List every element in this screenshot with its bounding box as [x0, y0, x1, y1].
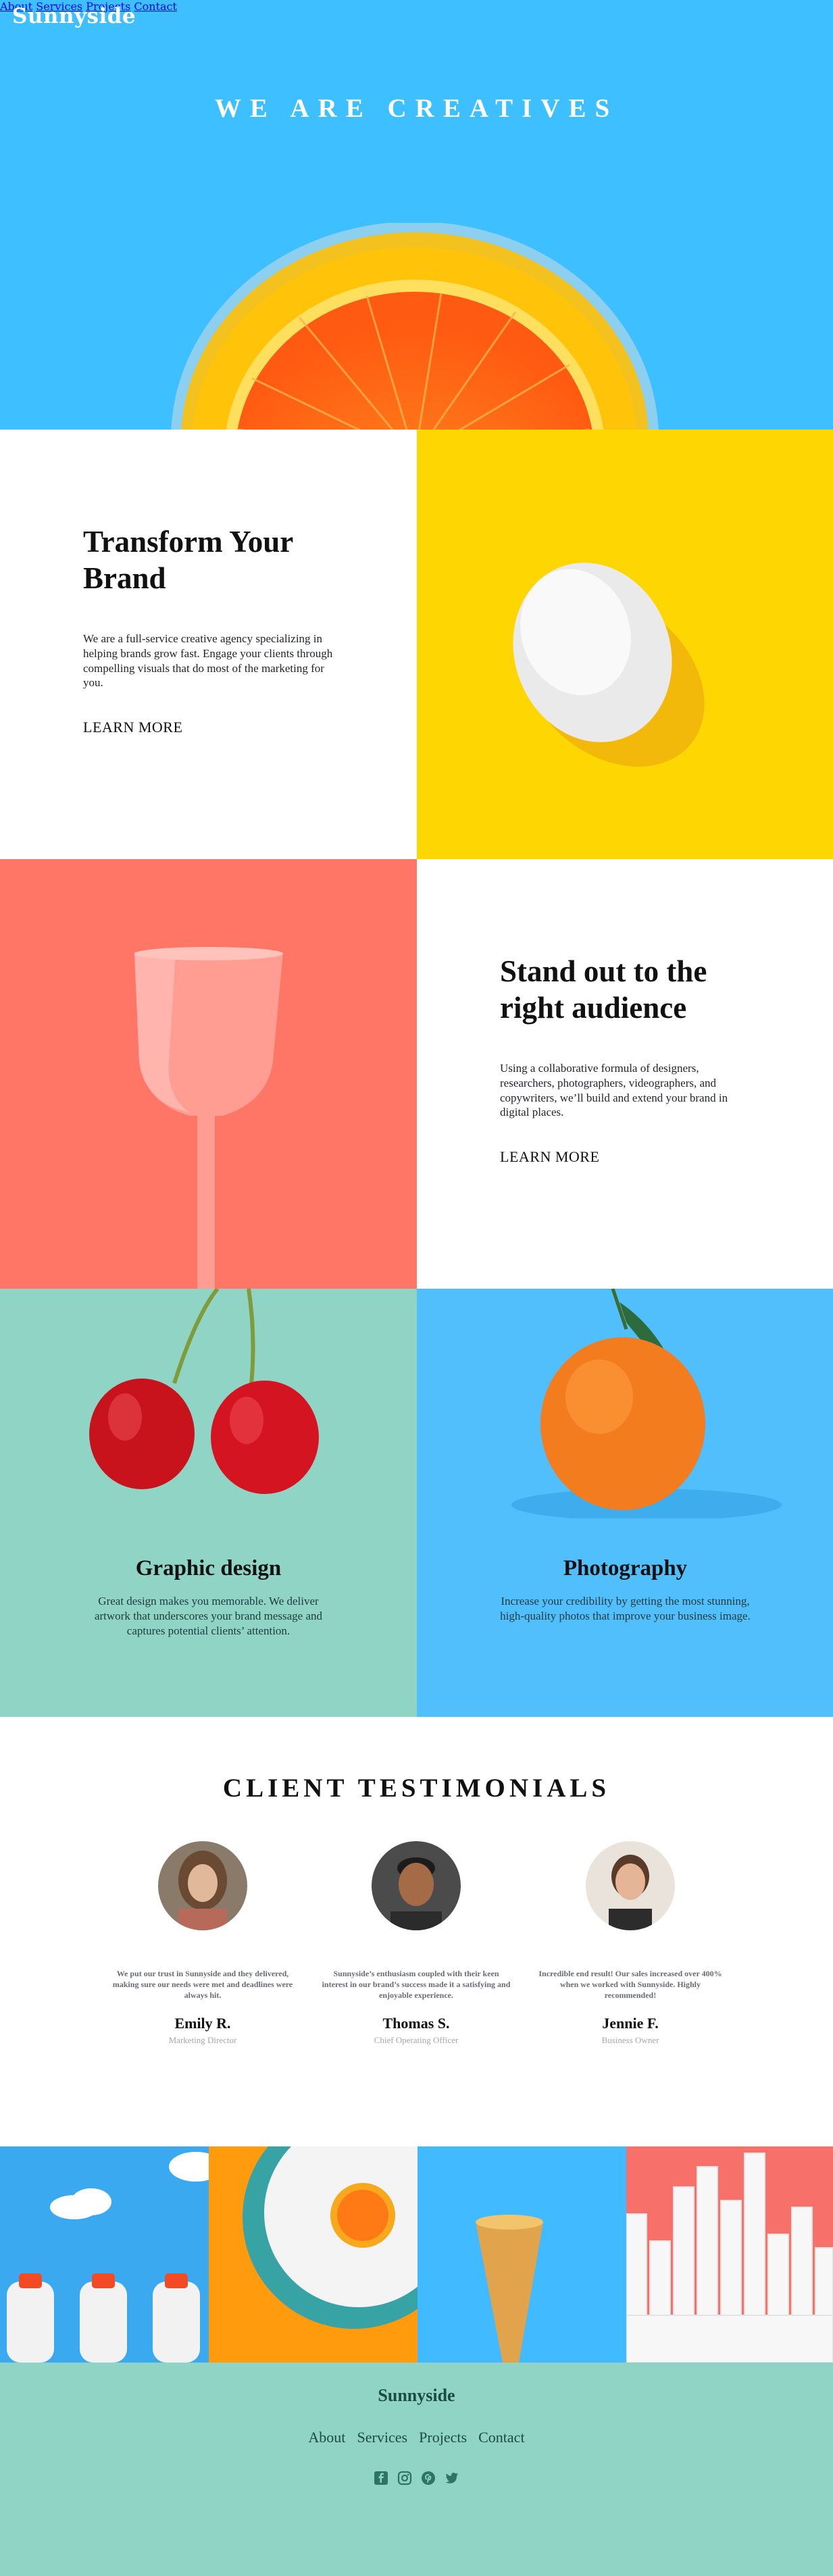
orange-slice-image [171, 223, 659, 430]
feature-title: Stand out to the right audience [500, 954, 707, 1025]
testimonial-name: Thomas S. [382, 2014, 450, 2032]
orange-illustration [511, 1289, 782, 1521]
testimonial-card: Incredible end result! Our sales increas… [529, 1841, 732, 2046]
milk-bottles-image [7, 2152, 209, 2363]
avatar [372, 1841, 461, 1930]
service-body: Increase your credibility by getting the… [500, 1595, 751, 1623]
transform-brand-section: Transform Your Brand We are a full-servi… [0, 430, 417, 859]
avatar [586, 1841, 675, 1930]
photography-card: Photography Increase your credibility by… [417, 1289, 833, 1718]
feature-body: We are a full-service creative agency sp… [83, 632, 333, 690]
footer-logo[interactable]: Sunnyside [0, 2386, 833, 2406]
glass-image [0, 859, 417, 1289]
glass-illustration [0, 859, 417, 1289]
stand-out-section: Stand out to the right audience Using a … [417, 859, 833, 1289]
facebook-icon[interactable] [374, 2471, 388, 2485]
footer-nav-contact[interactable]: Contact [478, 2429, 524, 2446]
testimonial-quote: We put our trust in Sunnyside and they d… [112, 1969, 293, 2001]
cherries-illustration [89, 1289, 319, 1494]
gallery-orange-plate [209, 2146, 418, 2363]
twitter-icon[interactable] [445, 2471, 459, 2485]
gallery-ice-cream-cone [418, 2146, 626, 2363]
testimonial-card: Sunnyside’s enthusiasm coupled with thei… [315, 1841, 518, 2046]
social-links [0, 2471, 833, 2485]
pinterest-icon[interactable] [421, 2471, 436, 2485]
testimonial-role: Marketing Director [168, 2034, 237, 2045]
footer-nav-services[interactable]: Services [357, 2429, 408, 2446]
cone-image [476, 2215, 543, 2363]
testimonial-role: Business Owner [601, 2034, 659, 2045]
logo[interactable]: Sunnyside [12, 4, 136, 28]
gallery-milk-bottles [0, 2146, 209, 2363]
nav-contact[interactable]: Contact [134, 0, 177, 13]
graphic-design-card: Graphic design Great design makes you me… [0, 1289, 417, 1718]
footer-nav-projects[interactable]: Projects [419, 2429, 467, 2446]
testimonial-name: Jennie F. [602, 2014, 659, 2032]
gallery-sugar-cubes [626, 2146, 833, 2363]
service-title: Graphic design [135, 1556, 282, 1580]
testimonials-section: CLIENT TESTIMONIALS We put our trust in … [0, 1717, 833, 2146]
learn-more-link[interactable]: LEARN MORE [500, 1148, 599, 1166]
hero-section: Sunnyside About Services Projects Contac… [0, 0, 833, 430]
footer: Sunnyside About Services Projects Contac… [0, 2363, 833, 2576]
feature-title: Transform Your Brand [83, 525, 293, 595]
egg-illustration [513, 563, 705, 767]
footer-nav-about[interactable]: About [308, 2429, 345, 2446]
avatar [158, 1841, 247, 1930]
egg-image [417, 430, 833, 859]
orange-plate-image [243, 2146, 418, 2329]
instagram-icon[interactable] [397, 2471, 412, 2485]
testimonials-title: CLIENT TESTIMONIALS [222, 1774, 611, 1803]
feature-body: Using a collaborative formula of designe… [500, 1062, 728, 1119]
hero-title: WE ARE CREATIVES [214, 94, 619, 123]
footer-nav: About Services Projects Contact [0, 2429, 833, 2446]
learn-more-link[interactable]: LEARN MORE [83, 719, 182, 736]
testimonial-quote: Incredible end result! Our sales increas… [538, 1969, 722, 2001]
service-title: Photography [563, 1556, 688, 1580]
service-body: Great design makes you memorable. We del… [94, 1595, 323, 1638]
testimonial-card: We put our trust in Sunnyside and they d… [101, 1841, 304, 2046]
sugar-cubes-image [626, 2153, 833, 2363]
testimonial-quote: Sunnyside’s enthusiasm coupled with thei… [322, 1969, 511, 2001]
testimonial-role: Chief Operating Officer [374, 2034, 459, 2045]
testimonial-name: Emily R. [174, 2014, 231, 2032]
